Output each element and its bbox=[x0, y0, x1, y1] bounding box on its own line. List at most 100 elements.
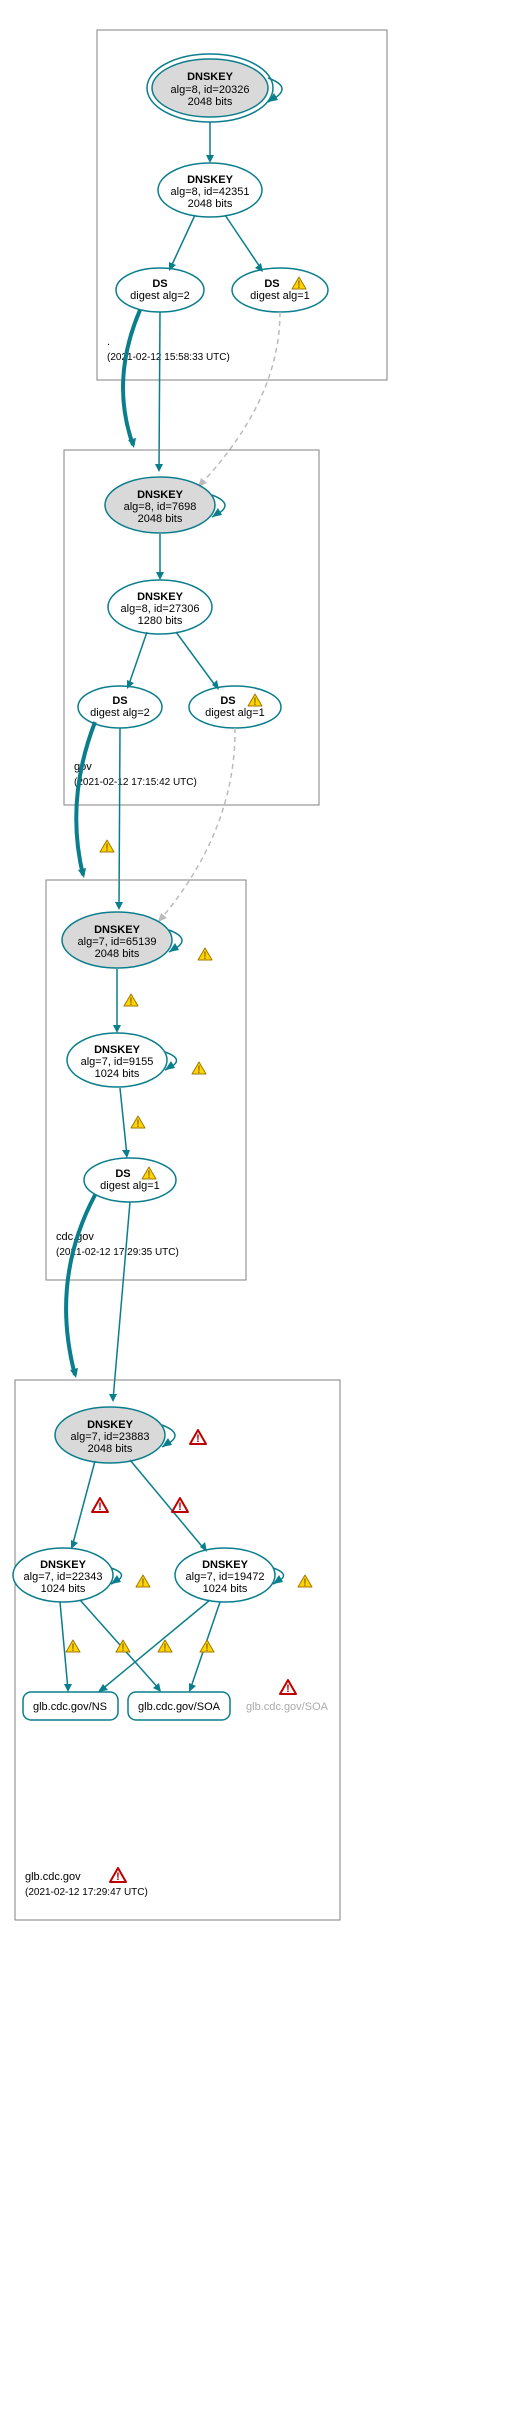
node-cdc-ds1: DS digest alg=1 bbox=[84, 1158, 176, 1202]
svg-text:DNSKEY: DNSKEY bbox=[94, 1044, 141, 1056]
svg-text:DNSKEY: DNSKEY bbox=[137, 489, 184, 501]
label: DS bbox=[264, 278, 279, 290]
edge-rootzsk-to-ds2 bbox=[170, 215, 195, 269]
svg-text:DNSKEY: DNSKEY bbox=[137, 591, 184, 603]
node-root-zsk: DNSKEY alg=8, id=42351 2048 bits bbox=[158, 163, 262, 217]
zone-gov-ts: (2021-02-12 17:15:42 UTC) bbox=[74, 777, 197, 788]
node-gov-ds1: DS digest alg=1 bbox=[189, 686, 281, 728]
svg-text:alg=7, id=65139: alg=7, id=65139 bbox=[78, 936, 157, 948]
svg-text:!: ! bbox=[205, 1642, 209, 1654]
svg-text:glb.cdc.gov/SOA: glb.cdc.gov/SOA bbox=[138, 1701, 221, 1713]
svg-text:!: ! bbox=[98, 1501, 102, 1513]
warn-icon: ! bbox=[100, 840, 114, 854]
svg-text:!: ! bbox=[303, 1577, 307, 1589]
sub2: 2048 bits bbox=[188, 96, 233, 108]
node-glb-zsk-a: DNSKEY alg=7, id=22343 1024 bits bbox=[13, 1548, 113, 1602]
zone-root-name: . bbox=[107, 336, 110, 348]
svg-text:DNSKEY: DNSKEY bbox=[40, 1559, 87, 1571]
edge-rootds1-to-govksk bbox=[200, 312, 280, 485]
svg-text:digest alg=1: digest alg=1 bbox=[100, 1180, 160, 1192]
zone-glb-name: glb.cdc.gov bbox=[25, 1871, 81, 1883]
svg-text:!: ! bbox=[253, 696, 257, 708]
warn-icon: ! bbox=[131, 1116, 145, 1130]
svg-text:DS: DS bbox=[112, 695, 127, 707]
svg-text:!: ! bbox=[286, 1683, 290, 1695]
zone-glb-ts: (2021-02-12 17:29:47 UTC) bbox=[25, 1887, 148, 1898]
label: DNSKEY bbox=[187, 71, 234, 83]
node-gov-zsk: DNSKEY alg=8, id=27306 1280 bits bbox=[108, 580, 212, 634]
error-icon: ! bbox=[110, 1868, 126, 1883]
sub1: digest alg=2 bbox=[130, 290, 190, 302]
node-glb-zsk-b: DNSKEY alg=7, id=19472 1024 bits bbox=[175, 1548, 275, 1602]
node-glb-soa: glb.cdc.gov/SOA bbox=[128, 1692, 230, 1720]
error-icon: ! bbox=[92, 1498, 108, 1513]
svg-text:2048 bits: 2048 bits bbox=[138, 513, 183, 525]
error-icon: ! bbox=[172, 1498, 188, 1513]
warn-icon: ! bbox=[192, 1062, 206, 1076]
node-cdc-zsk: DNSKEY alg=7, id=9155 1024 bits bbox=[67, 1033, 167, 1087]
svg-text:DS: DS bbox=[220, 695, 235, 707]
svg-text:alg=7, id=23883: alg=7, id=23883 bbox=[71, 1431, 150, 1443]
sub2: 2048 bits bbox=[188, 198, 233, 210]
node-cdc-ksk: DNSKEY alg=7, id=65139 2048 bits bbox=[62, 912, 172, 968]
svg-text:!: ! bbox=[203, 950, 207, 962]
warn-icon: ! bbox=[136, 1575, 150, 1589]
edge-govds1-to-cdcksk bbox=[160, 728, 235, 920]
warn-icon: ! bbox=[66, 1640, 80, 1654]
arrow bbox=[268, 93, 278, 102]
svg-text:!: ! bbox=[116, 1871, 120, 1883]
svg-text:!: ! bbox=[147, 1169, 151, 1181]
warn-icon: ! bbox=[124, 994, 138, 1008]
svg-text:DNSKEY: DNSKEY bbox=[94, 924, 141, 936]
svg-text:digest alg=2: digest alg=2 bbox=[90, 707, 150, 719]
node-glb-soa-grey: glb.cdc.gov/SOA bbox=[246, 1701, 329, 1713]
svg-text:DNSKEY: DNSKEY bbox=[87, 1419, 134, 1431]
sub1: alg=8, id=20326 bbox=[171, 84, 250, 96]
label: DS bbox=[152, 278, 167, 290]
sub1: digest alg=1 bbox=[250, 290, 310, 302]
svg-text:digest alg=1: digest alg=1 bbox=[205, 707, 265, 719]
error-icon: ! bbox=[190, 1430, 206, 1445]
svg-text:!: ! bbox=[105, 842, 109, 854]
svg-text:2048 bits: 2048 bits bbox=[95, 948, 140, 960]
node-root-ds2: DS digest alg=2 bbox=[116, 268, 204, 312]
svg-text:glb.cdc.gov/SOA: glb.cdc.gov/SOA bbox=[246, 1701, 329, 1713]
svg-text:DS: DS bbox=[115, 1168, 130, 1180]
node-gov-ds2: DS digest alg=2 bbox=[78, 686, 162, 728]
svg-text:!: ! bbox=[129, 996, 133, 1008]
svg-text:!: ! bbox=[71, 1642, 75, 1654]
svg-text:alg=7, id=19472: alg=7, id=19472 bbox=[186, 1571, 265, 1583]
svg-text:!: ! bbox=[197, 1064, 201, 1076]
svg-text:!: ! bbox=[297, 279, 301, 291]
svg-text:1024 bits: 1024 bits bbox=[203, 1583, 248, 1595]
warn-icon: ! bbox=[198, 948, 212, 962]
node-glb-ns: glb.cdc.gov/NS bbox=[23, 1692, 118, 1720]
node-gov-ksk: DNSKEY alg=8, id=7698 2048 bits bbox=[105, 477, 215, 533]
svg-text:!: ! bbox=[178, 1501, 182, 1513]
svg-text:alg=7, id=9155: alg=7, id=9155 bbox=[81, 1056, 154, 1068]
edge-rootds2-to-govksk bbox=[159, 312, 160, 470]
label: DNSKEY bbox=[187, 174, 234, 186]
node-root-ksk: DNSKEY alg=8, id=20326 2048 bits bbox=[147, 54, 273, 122]
svg-text:glb.cdc.gov/NS: glb.cdc.gov/NS bbox=[33, 1701, 107, 1713]
edge-govds2-to-cdcksk-bold bbox=[76, 722, 95, 875]
edge-rootds2-to-govksk-bold bbox=[123, 310, 140, 445]
edge-govds2-to-cdcksk bbox=[119, 728, 120, 908]
svg-text:1024 bits: 1024 bits bbox=[95, 1068, 140, 1080]
svg-text:alg=8, id=27306: alg=8, id=27306 bbox=[121, 603, 200, 615]
svg-text:!: ! bbox=[121, 1642, 125, 1654]
edge-cdcds1-to-glbksk-bold bbox=[66, 1195, 95, 1375]
svg-text:!: ! bbox=[136, 1118, 140, 1130]
svg-text:1024 bits: 1024 bits bbox=[41, 1583, 86, 1595]
warn-icon: ! bbox=[298, 1575, 312, 1589]
svg-text:DNSKEY: DNSKEY bbox=[202, 1559, 249, 1571]
svg-text:!: ! bbox=[141, 1577, 145, 1589]
svg-text:!: ! bbox=[163, 1642, 167, 1654]
node-glb-ksk: DNSKEY alg=7, id=23883 2048 bits bbox=[55, 1407, 165, 1463]
edge-rootzsk-to-ds1 bbox=[225, 215, 262, 270]
node-root-ds1: DS digest alg=1 bbox=[232, 268, 328, 312]
svg-text:!: ! bbox=[196, 1433, 200, 1445]
svg-text:2048 bits: 2048 bits bbox=[88, 1443, 133, 1455]
sub1: alg=8, id=42351 bbox=[171, 186, 250, 198]
warn-icon: ! bbox=[200, 1640, 214, 1654]
